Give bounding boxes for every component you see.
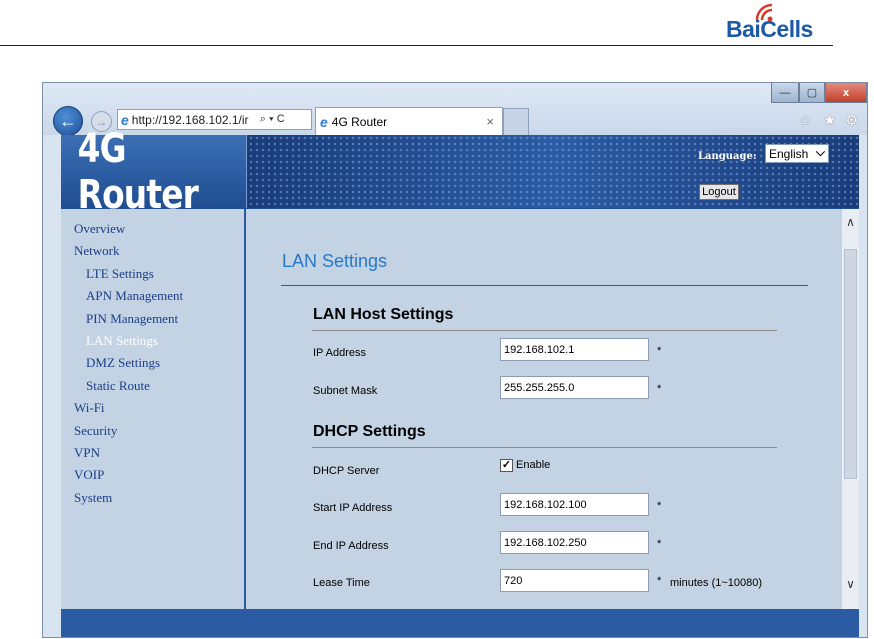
sidebar-item-network[interactable]: Network [61, 240, 244, 262]
content-area: Overview Network LTE Settings APN Manage… [61, 209, 859, 609]
sidebar-item-security[interactable]: Security [61, 420, 244, 442]
chevron-down-icon: ⌵ [815, 145, 825, 159]
sidebar-item-overview[interactable]: Overview [61, 218, 244, 240]
scroll-down-icon[interactable]: ∨ [842, 577, 859, 591]
dhcp-server-label: DHCP Server [313, 465, 380, 477]
tab-close-icon[interactable]: × [486, 114, 494, 129]
required-mark: * [657, 500, 662, 512]
sidebar-item-vpn[interactable]: VPN [61, 442, 244, 464]
page-title: LAN Settings [282, 251, 388, 271]
dhcp-enable-checkbox[interactable]: ✓ [500, 459, 513, 472]
baicells-logo: BaiCells [724, 0, 830, 44]
router-logo-panel: 4G Router [61, 126, 247, 218]
end-ip-label: End IP Address [313, 540, 389, 552]
sidebar-item-system[interactable]: System [61, 487, 244, 509]
search-refresh-icons[interactable]: ⌕ ▾ C [260, 113, 285, 126]
close-window-button[interactable]: x [825, 83, 867, 103]
maximize-button[interactable]: ▢ [799, 83, 825, 103]
sidebar-item-wifi[interactable]: Wi-Fi [61, 397, 244, 419]
required-mark: * [657, 538, 662, 550]
dhcp-enable-label: Enable [516, 459, 551, 471]
scroll-thumb[interactable] [844, 249, 857, 479]
dhcp-divider [312, 447, 777, 448]
required-mark: * [657, 345, 662, 357]
end-ip-input[interactable]: 192.168.102.250 [500, 531, 649, 554]
subnet-mask-label: Subnet Mask [313, 385, 378, 397]
lease-time-hint: minutes (1~10080) [670, 577, 763, 589]
language-select[interactable]: English ⌵ [765, 144, 829, 163]
title-divider [281, 285, 808, 286]
browser-window: — ▢ x ← → e http://192.168.102.1/ir ⌕ ▾ … [42, 82, 868, 638]
gear-icon[interactable]: ⚙ [845, 111, 858, 129]
star-icon[interactable]: ★ [823, 111, 836, 129]
sidebar-item-static-route[interactable]: Static Route [61, 375, 244, 397]
sidebar-item-apn-management[interactable]: APN Management [61, 285, 244, 307]
ie-icon: e [320, 113, 328, 130]
ip-address-label: IP Address [313, 347, 366, 359]
router-banner: 4G Router Language: English ⌵ Logout [61, 126, 859, 218]
logout-button[interactable]: Logout [699, 184, 739, 200]
sidebar-item-dmz-settings[interactable]: DMZ Settings [61, 352, 244, 374]
start-ip-input[interactable]: 192.168.102.100 [500, 493, 649, 516]
main-panel: LAN Settings LAN Host Settings IP Addres… [248, 209, 841, 609]
subnet-mask-input[interactable]: 255.255.255.0 [500, 376, 649, 399]
language-value: English [769, 146, 809, 161]
sidebar-item-pin-management[interactable]: PIN Management [61, 308, 244, 330]
sidebar-nav: Overview Network LTE Settings APN Manage… [61, 209, 246, 609]
web-page: 4G Router Language: English ⌵ Logout Ove… [61, 126, 859, 637]
dhcp-section-title: DHCP Settings [313, 423, 426, 440]
address-url: http://192.168.102.1/ir [131, 112, 249, 127]
lease-time-label: Lease Time [313, 577, 370, 589]
logo-text: BaiCells [726, 16, 813, 42]
new-tab-button[interactable] [503, 108, 529, 135]
router-title: 4G Router [77, 125, 199, 218]
lease-time-input[interactable]: 720 [500, 569, 649, 592]
required-mark: * [657, 575, 662, 587]
minimize-button[interactable]: — [771, 83, 799, 103]
sidebar-item-voip[interactable]: VOIP [61, 464, 244, 486]
ip-address-input[interactable]: 192.168.102.1 [500, 338, 649, 361]
header-divider [0, 45, 833, 46]
back-arrow-icon: ← [59, 110, 77, 131]
vertical-scrollbar[interactable]: ∧ ∨ [842, 209, 859, 609]
sidebar-item-lte-settings[interactable]: LTE Settings [61, 263, 244, 285]
footer-bar [61, 609, 859, 637]
tab-title: 4G Router [331, 114, 388, 129]
home-icon[interactable]: ⌂ [801, 111, 810, 128]
scroll-up-icon[interactable]: ∧ [842, 215, 859, 229]
lan-host-divider [312, 330, 777, 331]
start-ip-label: Start IP Address [313, 502, 393, 514]
lan-host-section-title: LAN Host Settings [313, 306, 454, 323]
tab-4g-router[interactable]: e 4G Router × [315, 107, 503, 135]
language-label: Language: [698, 151, 757, 162]
required-mark: * [657, 383, 662, 395]
sidebar-item-lan-settings[interactable]: LAN Settings [61, 330, 244, 352]
